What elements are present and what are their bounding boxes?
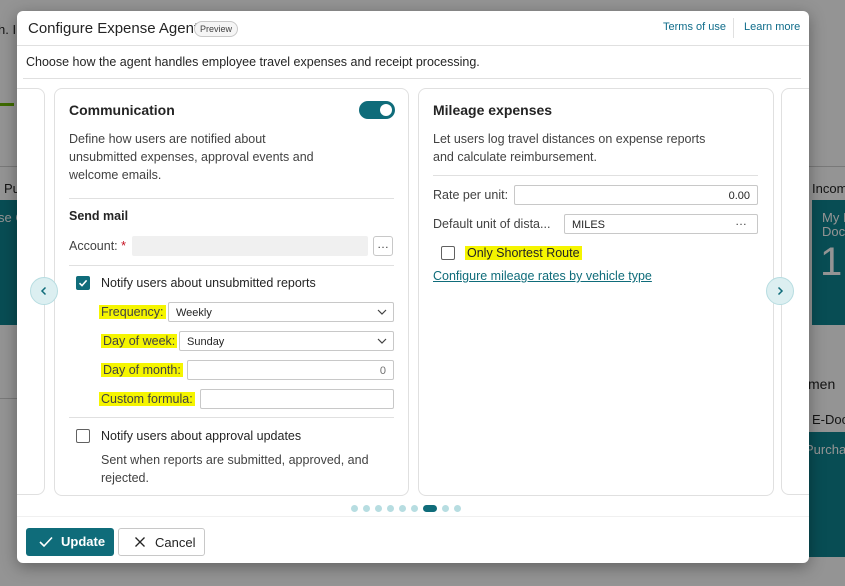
- approval-description-line: rejected.: [101, 471, 149, 485]
- communication-title: Communication: [69, 102, 175, 118]
- chevron-right-icon: [777, 286, 784, 296]
- day-of-week-label-text: Day of week:: [101, 334, 178, 348]
- configure-mileage-rates-link[interactable]: Configure mileage rates by vehicle type: [433, 269, 652, 283]
- unsubmitted-label: Notify users about unsubmitted reports: [101, 276, 316, 290]
- toggle-knob: [380, 104, 392, 116]
- update-button-label: Update: [61, 534, 106, 549]
- custom-formula-label: Custom formula:: [99, 392, 195, 406]
- required-asterisk: *: [121, 239, 126, 253]
- communication-toggle[interactable]: [359, 101, 395, 119]
- section-divider: [69, 417, 394, 418]
- dialog-header: Configure Expense Agent Preview Terms of…: [17, 11, 809, 46]
- communication-card: Communication Define how users are notif…: [54, 88, 409, 496]
- section-divider: [69, 265, 394, 266]
- carousel-dot[interactable]: [387, 505, 394, 512]
- communication-description-line: unsubmitted expenses, approval events an…: [69, 150, 314, 164]
- carousel-dot[interactable]: [423, 505, 437, 512]
- close-icon: [135, 537, 145, 547]
- dialog-title: Configure Expense Agent: [28, 20, 199, 37]
- cancel-button[interactable]: Cancel: [118, 528, 205, 556]
- default-unit-lookup-button[interactable]: …: [731, 214, 751, 234]
- carousel-dot[interactable]: [411, 505, 418, 512]
- rate-per-unit-input[interactable]: 0.00: [514, 185, 758, 205]
- learn-more-link[interactable]: Learn more: [744, 21, 800, 33]
- unsubmitted-checkbox[interactable]: [76, 276, 90, 290]
- account-lookup-button[interactable]: …: [373, 236, 393, 256]
- carousel-dot[interactable]: [363, 505, 370, 512]
- carousel-dot[interactable]: [375, 505, 382, 512]
- carousel-dot[interactable]: [351, 505, 358, 512]
- default-unit-label: Default unit of dista...: [433, 217, 551, 231]
- day-of-week-select[interactable]: Sunday: [179, 331, 394, 351]
- shortest-route-checkbox[interactable]: [441, 246, 455, 260]
- send-mail-heading: Send mail: [69, 209, 129, 223]
- approval-label: Notify users about approval updates: [101, 429, 302, 443]
- shortest-route-label-text: Only Shortest Route: [465, 246, 582, 260]
- cancel-button-label: Cancel: [155, 535, 196, 550]
- frequency-label: Frequency:: [99, 305, 166, 319]
- chevron-down-icon: [377, 309, 387, 315]
- communication-description-line: Define how users are notified about: [69, 132, 266, 146]
- carousel-dot[interactable]: [442, 505, 449, 512]
- chevron-down-icon: [377, 338, 387, 344]
- custom-formula-input[interactable]: [200, 389, 394, 409]
- section-divider: [433, 175, 758, 176]
- carousel-next-button[interactable]: [766, 277, 794, 305]
- mileage-description-line: and calculate reimbursement.: [433, 150, 597, 164]
- configure-dialog: Configure Expense Agent Preview Terms of…: [17, 11, 809, 563]
- description-divider: [23, 78, 801, 79]
- shortest-route-label: Only Shortest Route: [465, 246, 582, 260]
- day-of-month-input[interactable]: 0: [187, 360, 394, 380]
- checkmark-icon: [78, 279, 88, 287]
- custom-formula-label-text: Custom formula:: [99, 392, 195, 406]
- rate-per-unit-label: Rate per unit:: [433, 188, 509, 202]
- approval-description-line: Sent when reports are submitted, approve…: [101, 453, 369, 467]
- carousel-dot[interactable]: [454, 505, 461, 512]
- preview-badge: Preview: [194, 21, 239, 37]
- footer-divider: [17, 516, 809, 517]
- communication-description-line: welcome emails.: [69, 168, 162, 182]
- frequency-select[interactable]: Weekly: [168, 302, 394, 322]
- dialog-description: Choose how the agent handles employee tr…: [26, 55, 480, 69]
- account-label: Account: *: [69, 239, 126, 253]
- frequency-label-text: Frequency:: [99, 305, 166, 319]
- frequency-value: Weekly: [176, 307, 212, 319]
- mileage-title: Mileage expenses: [433, 102, 553, 118]
- mileage-card: Mileage expenses Let users log travel di…: [418, 88, 774, 496]
- carousel-dot[interactable]: [399, 505, 406, 512]
- chevron-left-icon: [40, 286, 47, 296]
- day-of-month-label: Day of month:: [101, 363, 183, 377]
- update-button[interactable]: Update: [26, 528, 114, 556]
- mileage-description-line: Let users log travel distances on expens…: [433, 132, 706, 146]
- terms-of-use-link[interactable]: Terms of use: [663, 21, 726, 33]
- day-of-week-value: Sunday: [187, 336, 225, 348]
- header-separator: [733, 18, 734, 38]
- account-input[interactable]: [132, 236, 368, 256]
- day-of-week-label: Day of week:: [101, 334, 178, 348]
- approval-checkbox[interactable]: [76, 429, 90, 443]
- section-divider: [69, 198, 394, 199]
- account-label-text: Account:: [69, 239, 118, 253]
- default-unit-input[interactable]: MILES: [564, 214, 758, 234]
- carousel-prev-button[interactable]: [30, 277, 58, 305]
- day-of-month-label-text: Day of month:: [101, 363, 183, 377]
- checkmark-icon: [39, 536, 53, 548]
